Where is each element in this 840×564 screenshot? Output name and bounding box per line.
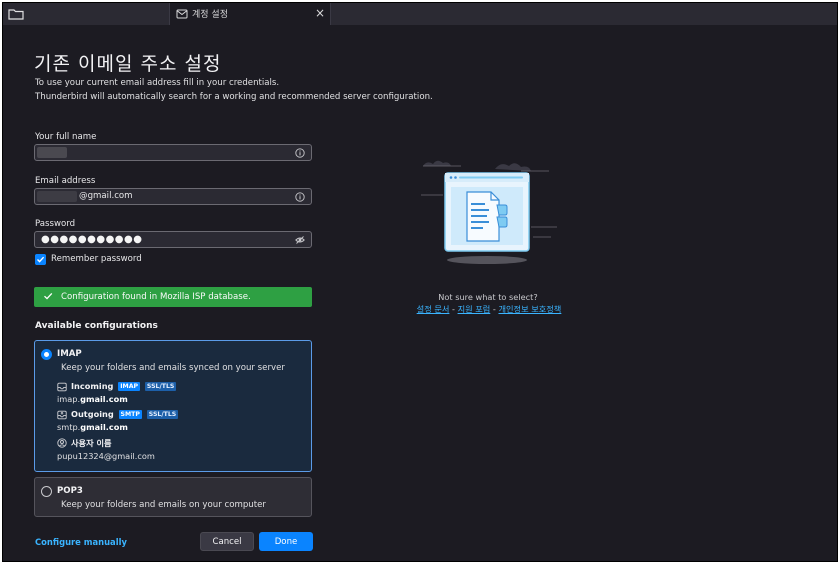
- full-name-field[interactable]: [34, 144, 312, 161]
- radio-selected-icon[interactable]: [41, 349, 52, 360]
- check-icon: [44, 292, 53, 300]
- config-desc-pop3: Keep your folders and emails on your com…: [61, 500, 266, 510]
- outgoing-host-domain: gmail.com: [80, 422, 128, 432]
- help-links: 설정 문서 - 지원 포럼 - 개인정보 보호정책: [409, 303, 569, 315]
- incoming-host-domain: gmail.com: [80, 394, 128, 404]
- page-subtitle: To use your current email address fill i…: [35, 78, 280, 88]
- password-field[interactable]: ●●●●●●●●●●●: [34, 231, 312, 248]
- app-window: 계정 설정 × 기존 이메일 주소 설정 To use your current…: [2, 2, 838, 562]
- tab-bar: 계정 설정 ×: [3, 3, 837, 25]
- username-label: 사용자 이름: [71, 438, 112, 448]
- password-label: Password: [35, 219, 76, 229]
- email-field[interactable]: @gmail.com: [34, 188, 312, 205]
- incoming-label: Incoming: [71, 381, 114, 391]
- incoming-host: imap.gmail.com: [57, 394, 128, 404]
- tab-account-setup[interactable]: 계정 설정 ×: [169, 3, 331, 25]
- redacted-name: [37, 147, 67, 158]
- email-label: Email address: [35, 176, 96, 186]
- folder-icon[interactable]: [8, 7, 24, 21]
- done-button[interactable]: Done: [259, 532, 313, 551]
- outbox-icon: [57, 410, 67, 420]
- close-icon[interactable]: ×: [315, 6, 325, 20]
- forum-link[interactable]: 지원 포럼: [458, 304, 491, 314]
- checkbox-checked-icon[interactable]: [35, 254, 46, 265]
- page-title: 기존 이메일 주소 설정: [34, 53, 222, 75]
- incoming-protocol-badge: IMAP: [118, 382, 141, 391]
- status-message: Configuration found in Mozilla ISP datab…: [61, 292, 251, 302]
- docs-link[interactable]: 설정 문서: [417, 304, 450, 314]
- info-icon[interactable]: [295, 148, 305, 158]
- tab-label: 계정 설정: [192, 10, 228, 20]
- account-setup-icon: [176, 9, 188, 19]
- config-option-imap[interactable]: IMAP Keep your folders and emails synced…: [34, 340, 312, 472]
- user-icon: [57, 438, 67, 448]
- configure-manually-link[interactable]: Configure manually: [35, 537, 127, 547]
- link-separator: -: [449, 304, 458, 314]
- radio-unselected-icon[interactable]: [41, 486, 52, 497]
- privacy-link[interactable]: 개인정보 보호정책: [498, 304, 561, 314]
- password-value: ●●●●●●●●●●●: [41, 234, 143, 245]
- incoming-server: Incoming IMAP SSL/TLS: [71, 381, 177, 391]
- redacted-email-user: [37, 191, 77, 202]
- remember-password-label[interactable]: Remember password: [51, 254, 142, 264]
- config-name-pop3: POP3: [57, 486, 83, 496]
- incoming-security-badge: SSL/TLS: [144, 382, 177, 391]
- full-name-label: Your full name: [35, 132, 97, 142]
- outgoing-server: Outgoing SMTP SSL/TLS: [71, 409, 179, 419]
- inbox-icon: [57, 382, 67, 392]
- configs-heading: Available configurations: [35, 321, 158, 331]
- document-illustration: [421, 160, 557, 264]
- config-desc-imap: Keep your folders and emails synced on y…: [61, 363, 285, 373]
- incoming-host-prefix: imap.: [57, 394, 81, 404]
- email-value: @gmail.com: [79, 191, 133, 201]
- help-question: Not sure what to select?: [438, 292, 538, 302]
- cancel-button[interactable]: Cancel: [200, 532, 254, 551]
- username-value: pupu12324@gmail.com: [57, 451, 155, 461]
- eye-slash-icon[interactable]: [295, 235, 305, 245]
- outgoing-label: Outgoing: [71, 409, 114, 419]
- info-icon[interactable]: [295, 192, 305, 202]
- outgoing-security-badge: SSL/TLS: [146, 410, 179, 419]
- outgoing-host: smtp.gmail.com: [57, 422, 128, 432]
- page-subtitle-secondary: Thunderbird will automatically search fo…: [35, 92, 433, 102]
- config-name-imap: IMAP: [57, 349, 82, 359]
- outgoing-protocol-badge: SMTP: [118, 410, 142, 419]
- outgoing-host-prefix: smtp.: [57, 422, 81, 432]
- status-banner: Configuration found in Mozilla ISP datab…: [34, 287, 312, 307]
- config-option-pop3[interactable]: POP3 Keep your folders and emails on you…: [34, 477, 312, 517]
